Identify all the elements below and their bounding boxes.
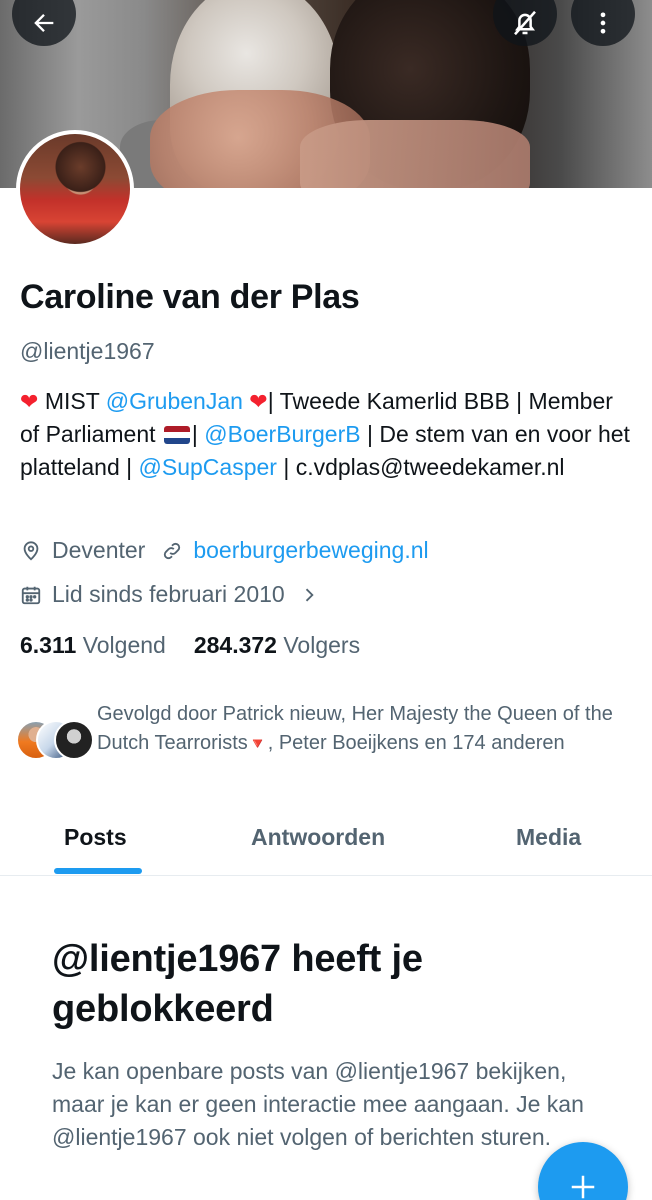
location-website-row: Deventer boerburgerbeweging.nl [20, 537, 429, 564]
followers-you-know[interactable]: Gevolgd door Patrick nieuw, Her Majesty … [16, 700, 636, 790]
joined-row[interactable]: Lid sinds februari 2010 [20, 581, 329, 608]
banner-photo-region [300, 120, 530, 188]
netherlands-flag-icon [163, 426, 190, 444]
following-link[interactable]: 6.311 Volgend [20, 632, 166, 659]
followed-by-part: , Peter Boeijkens en 174 anderen [267, 732, 565, 754]
following-label: Volgend [82, 632, 166, 658]
followers-link[interactable]: 284.372 Volgers [194, 632, 360, 659]
blocked-description: Je kan openbare posts van @lientje1967 b… [52, 1058, 584, 1150]
location-pin-icon [23, 540, 39, 560]
profile-name: Caroline van der Plas [20, 278, 360, 316]
bio-text: | [191, 421, 205, 447]
tab-replies[interactable]: Antwoorden [251, 824, 385, 851]
mention-link[interactable]: @GrubenJan [106, 388, 243, 414]
mention-link[interactable]: @BoerBurgerB [204, 421, 360, 447]
more-vertical-icon [600, 12, 606, 34]
plus-icon [571, 1175, 595, 1199]
avatar[interactable] [16, 130, 134, 248]
bio-text: | c.vdplas@tweedekamer.nl [276, 454, 565, 480]
heart-icon: ❤ [20, 389, 39, 414]
tab-media[interactable]: Media [516, 824, 581, 851]
mini-avatar-stack [16, 720, 96, 762]
active-tab-indicator [54, 868, 142, 874]
location-text: Deventer [52, 537, 146, 563]
calendar-icon [21, 586, 41, 604]
avatar [54, 720, 94, 760]
followers-count: 284.372 [193, 632, 277, 658]
mention-link[interactable]: @SupCasper [139, 454, 277, 480]
profile-bio: ❤ MIST @GrubenJan ❤| Tweede Kamerlid BBB… [20, 385, 635, 484]
profile-tabs: Posts Antwoorden Media [0, 808, 652, 876]
joined-text: Lid sinds februari 2010 [52, 581, 285, 607]
arrow-left-icon [34, 14, 54, 32]
followers-label: Volgers [283, 632, 361, 658]
heart-icon: ❤ [249, 389, 268, 414]
blocked-title: @lientje1967 heeft je geblokkeerd [52, 938, 423, 1030]
followed-by-text: Gevolgd door Patrick nieuw, Her Majesty … [97, 700, 637, 759]
bio-text: MIST [38, 388, 106, 414]
following-count: 6.311 [20, 632, 77, 658]
red-triangle-icon: 🔻 [247, 736, 268, 753]
tab-posts[interactable]: Posts [64, 824, 127, 851]
profile-handle: @lientje1967 [20, 338, 155, 364]
link-icon [164, 542, 181, 559]
follow-counts: 6.311 Volgend 284.372 Volgers [20, 632, 360, 659]
chevron-right-icon [305, 588, 314, 601]
bell-off-icon [514, 10, 536, 36]
website-link[interactable]: boerburgerbeweging.nl [193, 537, 428, 564]
